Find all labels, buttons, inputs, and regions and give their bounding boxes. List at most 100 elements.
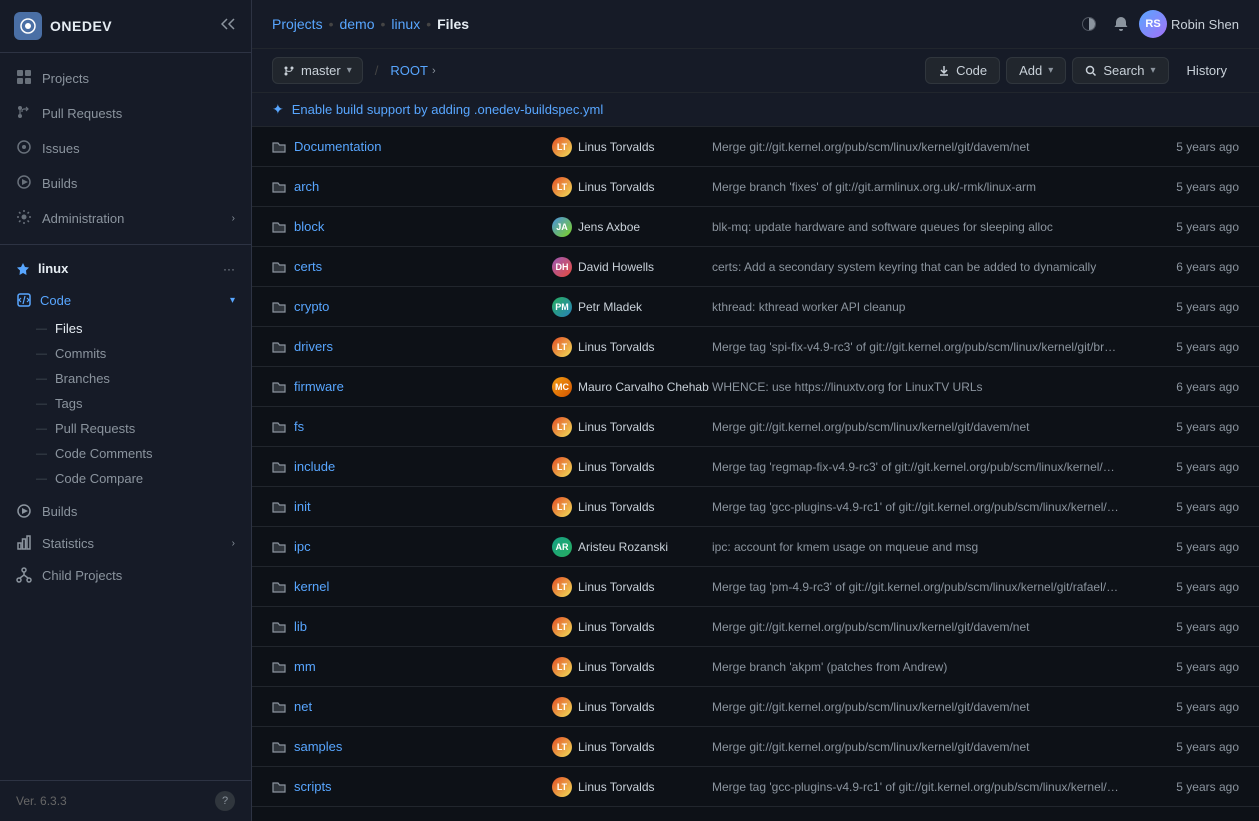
file-link[interactable]: block <box>294 219 324 234</box>
commit-message: Merge tag 'pm-4.9-rc3' of git://git.kern… <box>712 580 1119 594</box>
file-link[interactable]: samples <box>294 739 342 754</box>
build-notice-link[interactable]: Enable build support by adding .onedev-b… <box>292 102 603 117</box>
commit-message-cell: kthread: kthread worker API cleanup <box>712 300 1119 314</box>
breadcrumb: Projects • demo • linux • Files <box>272 16 469 32</box>
sidebar-item-builds-project[interactable]: Builds <box>0 495 251 527</box>
commit-time-cell: 5 years ago <box>1119 740 1239 754</box>
user-avatar[interactable]: RS <box>1139 10 1167 38</box>
file-link[interactable]: crypto <box>294 299 329 314</box>
table-row: crypto PM Petr Mladek kthread: kthread w… <box>252 287 1259 327</box>
folder-icon <box>272 660 286 674</box>
table-row: mm LT Linus Torvalds Merge branch 'akpm'… <box>252 647 1259 687</box>
file-link[interactable]: mm <box>294 659 316 674</box>
help-button[interactable]: ? <box>215 791 235 811</box>
code-download-button[interactable]: Code <box>925 57 1000 84</box>
file-link[interactable]: net <box>294 699 312 714</box>
file-name-cell: lib <box>272 619 552 634</box>
sidebar-item-commits[interactable]: Commits <box>0 341 251 366</box>
table-row: samples LT Linus Torvalds Merge git://gi… <box>252 727 1259 767</box>
sidebar-item-code-compare[interactable]: Code Compare <box>0 466 251 491</box>
file-link[interactable]: kernel <box>294 579 329 594</box>
file-link[interactable]: include <box>294 459 335 474</box>
table-row: drivers LT Linus Torvalds Merge tag 'spi… <box>252 327 1259 367</box>
commit-time-cell: 6 years ago <box>1119 380 1239 394</box>
file-link[interactable]: ipc <box>294 539 311 554</box>
code-label: Code <box>956 63 987 78</box>
breadcrumb-demo[interactable]: demo <box>339 16 374 32</box>
commit-message: Merge tag 'gcc-plugins-v4.9-rc1' of git:… <box>712 780 1119 794</box>
sidebar-subitem-label: Branches <box>55 371 110 386</box>
file-link[interactable]: scripts <box>294 779 332 794</box>
author-cell: LT Linus Torvalds <box>552 657 712 677</box>
file-link[interactable]: fs <box>294 419 304 434</box>
search-button[interactable]: Search ▾ <box>1072 57 1168 84</box>
user-name[interactable]: Robin Shen <box>1171 17 1239 32</box>
sidebar-subitem-label: Code Compare <box>55 471 143 486</box>
add-button[interactable]: Add ▾ <box>1006 57 1066 84</box>
sidebar-item-administration[interactable]: Administration › <box>0 201 251 236</box>
project-header[interactable]: linux ··· <box>0 253 251 284</box>
commit-message-cell: Merge git://git.kernel.org/pub/scm/linux… <box>712 420 1119 434</box>
root-path-button[interactable]: ROOT › <box>390 63 435 78</box>
sidebar-item-files[interactable]: Files <box>0 316 251 341</box>
file-link[interactable]: firmware <box>294 379 344 394</box>
file-link[interactable]: arch <box>294 179 319 194</box>
code-label: Code <box>40 293 71 308</box>
author-cell: LT Linus Torvalds <box>552 737 712 757</box>
sidebar-item-code-comments[interactable]: Code Comments <box>0 441 251 466</box>
author-avatar: DH <box>552 257 572 277</box>
sidebar-item-branches[interactable]: Branches <box>0 366 251 391</box>
table-row: init LT Linus Torvalds Merge tag 'gcc-pl… <box>252 487 1259 527</box>
commit-message-cell: Merge git://git.kernel.org/pub/scm/linux… <box>712 700 1119 714</box>
code-header[interactable]: Code ▾ <box>0 284 251 316</box>
sidebar-subitem-label: Commits <box>55 346 106 361</box>
author-cell: JA Jens Axboe <box>552 217 712 237</box>
sidebar-item-statistics[interactable]: Statistics › <box>0 527 251 559</box>
file-name-cell: include <box>272 459 552 474</box>
sidebar-item-builds[interactable]: Builds <box>0 166 251 201</box>
notifications-button[interactable] <box>1107 10 1135 38</box>
commit-message: blk-mq: update hardware and software que… <box>712 220 1053 234</box>
sidebar-subitem-label: Tags <box>55 396 82 411</box>
issues-icon <box>16 139 32 158</box>
author-avatar: LT <box>552 617 572 637</box>
sidebar-item-tags[interactable]: Tags <box>0 391 251 416</box>
commit-message: certs: Add a secondary system keyring th… <box>712 260 1096 274</box>
file-link[interactable]: lib <box>294 619 307 634</box>
file-link[interactable]: certs <box>294 259 322 274</box>
file-name-cell: samples <box>272 739 552 754</box>
sidebar-header: ONEDEV <box>0 0 251 53</box>
author-cell: DH David Howells <box>552 257 712 277</box>
file-link[interactable]: Documentation <box>294 139 381 154</box>
author-avatar: LT <box>552 697 572 717</box>
file-link[interactable]: drivers <box>294 339 333 354</box>
folder-icon <box>272 380 286 394</box>
theme-toggle-button[interactable] <box>1075 10 1103 38</box>
sidebar-collapse-button[interactable] <box>221 16 237 37</box>
sidebar-item-child-projects[interactable]: Child Projects <box>0 559 251 591</box>
file-link[interactable]: init <box>294 499 311 514</box>
file-name-cell: block <box>272 219 552 234</box>
pull-requests-icon <box>16 104 32 123</box>
sidebar-item-pull-requests[interactable]: Pull Requests <box>0 96 251 131</box>
author-name: Jens Axboe <box>578 220 640 234</box>
breadcrumb-projects[interactable]: Projects <box>272 16 323 32</box>
table-row: certs DH David Howells certs: Add a seco… <box>252 247 1259 287</box>
table-row: Documentation LT Linus Torvalds Merge gi… <box>252 127 1259 167</box>
sidebar-item-label: Issues <box>42 141 80 156</box>
branch-selector[interactable]: master ▾ <box>272 57 363 84</box>
main-content: Projects • demo • linux • Files RS Robin… <box>252 0 1259 821</box>
commit-message-cell: Merge branch 'fixes' of git://git.armlin… <box>712 180 1119 194</box>
sidebar-item-issues[interactable]: Issues <box>0 131 251 166</box>
author-cell: LT Linus Torvalds <box>552 497 712 517</box>
history-button[interactable]: History <box>1175 58 1239 83</box>
chevron-down-icon: ▾ <box>230 295 235 306</box>
sidebar-item-projects[interactable]: Projects <box>0 61 251 96</box>
breadcrumb-sep: • <box>426 16 431 32</box>
project-more-button[interactable]: ··· <box>223 262 235 276</box>
sidebar-item-pull-requests-code[interactable]: Pull Requests <box>0 416 251 441</box>
commit-message: Merge tag 'regmap-fix-v4.9-rc3' of git:/… <box>712 460 1119 474</box>
folder-icon <box>272 460 286 474</box>
author-name: Linus Torvalds <box>578 780 655 794</box>
breadcrumb-linux[interactable]: linux <box>391 16 420 32</box>
